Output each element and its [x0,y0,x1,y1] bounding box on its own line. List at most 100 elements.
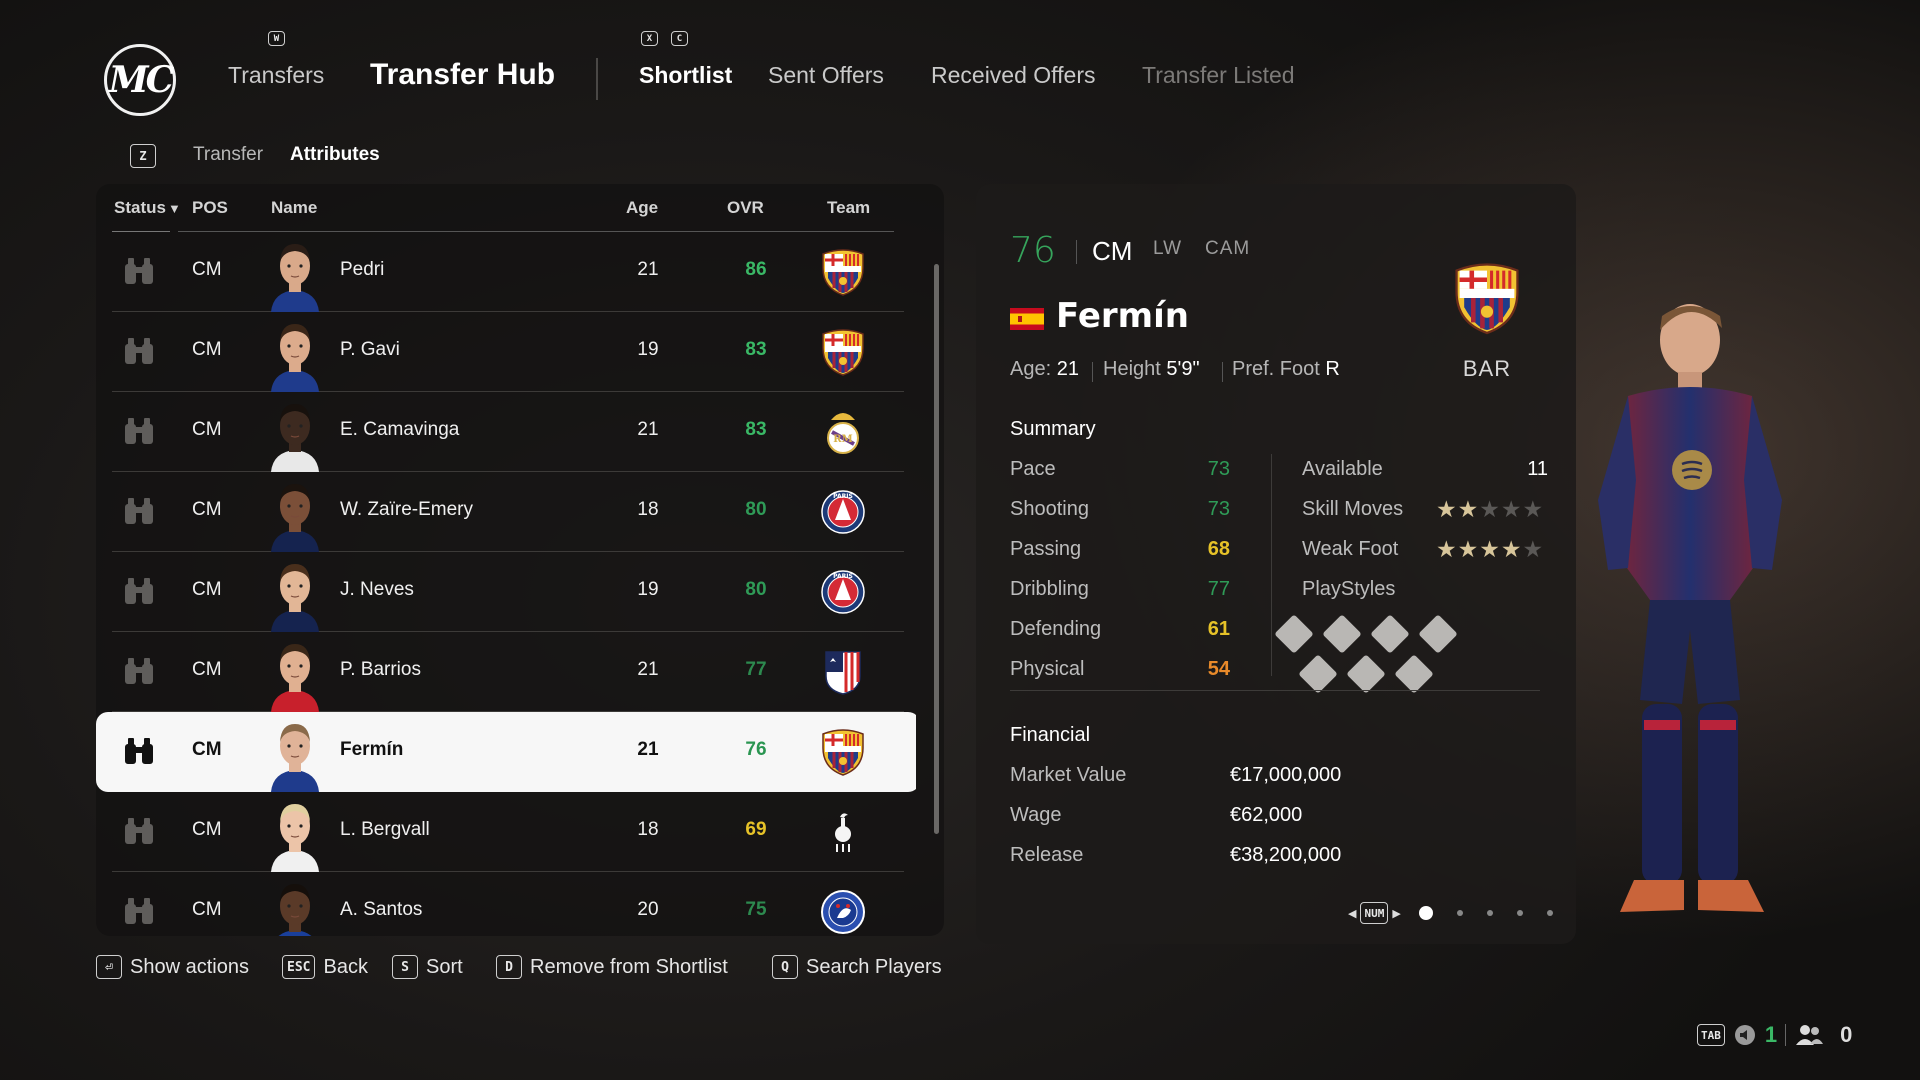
key-hint-c: C [671,31,688,46]
playstyle-icon[interactable] [1322,614,1362,654]
binoculars-icon[interactable] [122,416,156,446]
subtab-attributes[interactable]: Attributes [290,144,380,166]
barcelona-crest-icon [820,248,866,296]
row-position: CM [192,259,222,280]
atletico-crest-icon [820,648,866,696]
playstyle-icon[interactable] [1274,614,1314,654]
table-row[interactable]: CM E. Camavinga 21 83 RM [112,392,904,472]
pager-dot[interactable] [1516,910,1523,916]
row-ovr: 83 [745,419,767,440]
star-icon: ★ [1500,496,1523,522]
playstyle-icon[interactable] [1394,654,1434,694]
table-header: Status ▼ POS Name Age OVR Team [96,184,916,232]
hint-sort[interactable]: S Sort [392,955,463,979]
row-age: 19 [637,339,659,360]
key-hint: Q [772,955,798,979]
row-player-name: P. Gavi [340,339,400,360]
column-team[interactable]: Team [827,198,870,218]
tab-sent-offers[interactable]: Sent Offers [768,62,884,89]
binoculars-icon[interactable] [122,816,156,846]
page-title: Transfer Hub [370,58,556,91]
table-row[interactable]: CM P. Gavi 19 83 [112,312,904,392]
tab-received-offers[interactable]: Received Offers [931,62,1095,89]
table-row[interactable]: CM L. Bergvall 18 69 [112,792,904,872]
financial-release-value: €38,200,000 [1230,844,1342,866]
table-row[interactable]: CM J. Neves 19 80 PARIS [112,552,904,632]
binoculars-icon[interactable] [122,656,156,686]
row-player-name: E. Camavinga [340,419,460,440]
nav-transfers[interactable]: Transfers [228,62,324,89]
summary-title: Summary [1010,418,1096,440]
hint-label: Back [323,955,368,978]
tab-transfer-listed[interactable]: Transfer Listed [1142,62,1295,89]
row-age: 19 [637,579,659,600]
psg-crest-icon: PARIS [820,568,866,616]
table-row-selected[interactable]: CM Fermín 21 76 [96,712,916,792]
binoculars-icon[interactable] [122,736,156,766]
hint-label: Sort [426,955,463,978]
star-icon: ★ [1500,536,1523,562]
binoculars-icon[interactable] [122,496,156,526]
row-position: CM [192,499,222,520]
row-player-name: A. Santos [340,899,423,920]
star-icon: ★ [1457,496,1480,522]
pager-dot[interactable] [1546,910,1553,916]
pager-dot[interactable] [1486,910,1493,916]
row-age: 21 [637,739,659,760]
binoculars-icon[interactable] [122,576,156,606]
available-value: 11 [1527,458,1548,480]
hint-remove-from-shortlist[interactable]: D Remove from Shortlist [496,955,728,979]
list-scrollbar[interactable] [934,264,939,834]
row-position: CM [192,739,222,760]
row-age: 21 [637,419,659,440]
pager-dot[interactable] [1456,910,1463,916]
key-hint-z: Z [130,144,156,168]
detail-alt-position: CAM [1205,238,1251,259]
table-row[interactable]: CM W. Zaïre-Emery 18 80 PARIS [112,472,904,552]
playstyle-icon[interactable] [1346,654,1386,694]
playstyle-icon[interactable] [1298,654,1338,694]
table-row[interactable]: CM A. Santos 20 75 [112,872,904,936]
column-pos[interactable]: POS [192,198,228,218]
hint-back[interactable]: ESC Back [282,955,368,979]
detail-position: CM [1092,236,1133,266]
pager-left-arrow-icon[interactable]: ◀ [1348,907,1356,920]
column-ovr[interactable]: OVR [727,198,764,218]
chelsea-crest-icon [820,888,866,936]
player-detail-panel: 76 CM LW CAM Fermín Age: 21 Height 5'9" … [976,184,1576,944]
table-row[interactable]: CM Pedri 21 86 [112,232,904,312]
row-ovr: 80 [745,499,767,520]
detail-divider [1076,240,1077,264]
row-player-name: Fermín [340,739,404,760]
detail-player-name: Fermín [1056,296,1189,336]
binoculars-icon[interactable] [122,256,156,286]
financial-wage-value: €62,000 [1230,804,1303,826]
column-status[interactable]: Status ▼ [114,198,181,218]
psg-crest-icon: PARIS [820,488,866,536]
meta-divider [1092,362,1093,382]
playstyle-icon[interactable] [1370,614,1410,654]
pager-right-arrow-icon[interactable]: ▶ [1392,907,1400,920]
column-name[interactable]: Name [271,198,317,218]
key-hint: D [496,955,522,979]
panel-pager[interactable]: ◀ NUM ▶ [1348,902,1553,924]
player-avatar [267,876,323,936]
skill-moves-stars: ★★★★★ [1436,496,1544,523]
playstyle-icon[interactable] [1418,614,1458,654]
hint-label: Remove from Shortlist [530,955,728,978]
player-avatar [267,796,323,872]
users-icon [1796,1025,1824,1045]
subtab-transfer[interactable]: Transfer [193,144,263,166]
hint-show-actions[interactable]: ⏎ Show actions [96,955,249,979]
hud-status: TAB 1 0 [1697,1022,1852,1048]
key-hint: ESC [282,955,316,979]
pager-dot[interactable] [1418,906,1433,920]
column-age[interactable]: Age [626,198,658,218]
binoculars-icon[interactable] [122,336,156,366]
weak-foot-label: Weak Foot [1302,538,1399,560]
hint-search-players[interactable]: Q Search Players [772,955,942,979]
stat-dribbling-value: 77 [1207,578,1230,600]
table-row[interactable]: CM P. Barrios 21 77 [112,632,904,712]
binoculars-icon[interactable] [122,896,156,926]
tab-shortlist[interactable]: Shortlist [639,62,732,89]
